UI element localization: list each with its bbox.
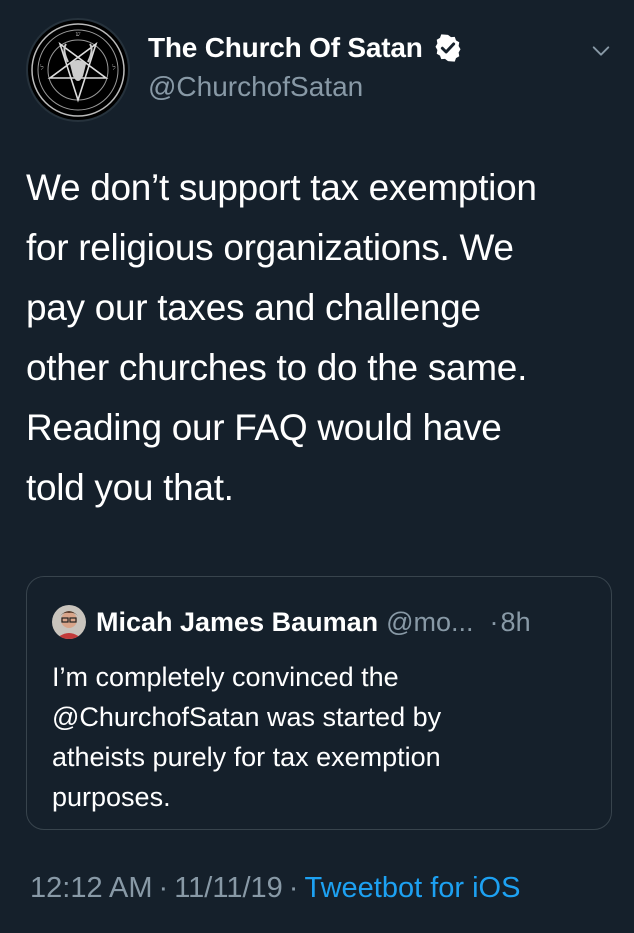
tweet-text: We don’t support tax exemption for relig… [26,167,537,508]
chevron-down-icon[interactable] [590,40,612,62]
svg-text:ל: ל [111,64,115,72]
quoted-tweet-header: Micah James Bauman @mo... · 8h [52,605,592,639]
tweet-date: 11/11/19 [174,872,283,904]
quoted-tweet-time: 8h [500,606,531,637]
meta-separator: · [288,872,299,904]
author-name-row[interactable]: The Church Of Satan [148,32,463,64]
meta-separator: · [158,872,169,904]
author-display-name[interactable]: The Church Of Satan [148,32,423,64]
tweet-time: 12:12 AM [30,872,153,904]
verified-badge-icon [433,33,463,63]
quoted-author-name[interactable]: Micah James Bauman [96,607,378,638]
author-avatar[interactable]: ש ל ל [26,18,130,122]
svg-text:ש: ש [76,30,81,38]
time-separator: · [489,606,499,637]
tweet-meta: 12:12 AM · 11/11/19 · Tweetbot for iOS [30,872,520,905]
quoted-author-avatar[interactable] [52,605,86,639]
tweet-source-link[interactable]: Tweetbot for iOS [304,872,520,904]
sigil-of-baphomet-icon: ש ל ל [31,23,125,117]
quoted-tweet-card[interactable]: Micah James Bauman @mo... · 8h I’m compl… [26,576,612,830]
quoted-author-handle[interactable]: @mo... [386,607,473,638]
quoted-tweet-text: I’m completely convinced the @ChurchofSa… [52,662,442,812]
author-handle[interactable]: @ChurchofSatan [148,71,363,103]
svg-text:ל: ל [39,64,43,72]
tweet-header: ש ל ל The Church Of Satan @ChurchofSatan [26,18,616,124]
